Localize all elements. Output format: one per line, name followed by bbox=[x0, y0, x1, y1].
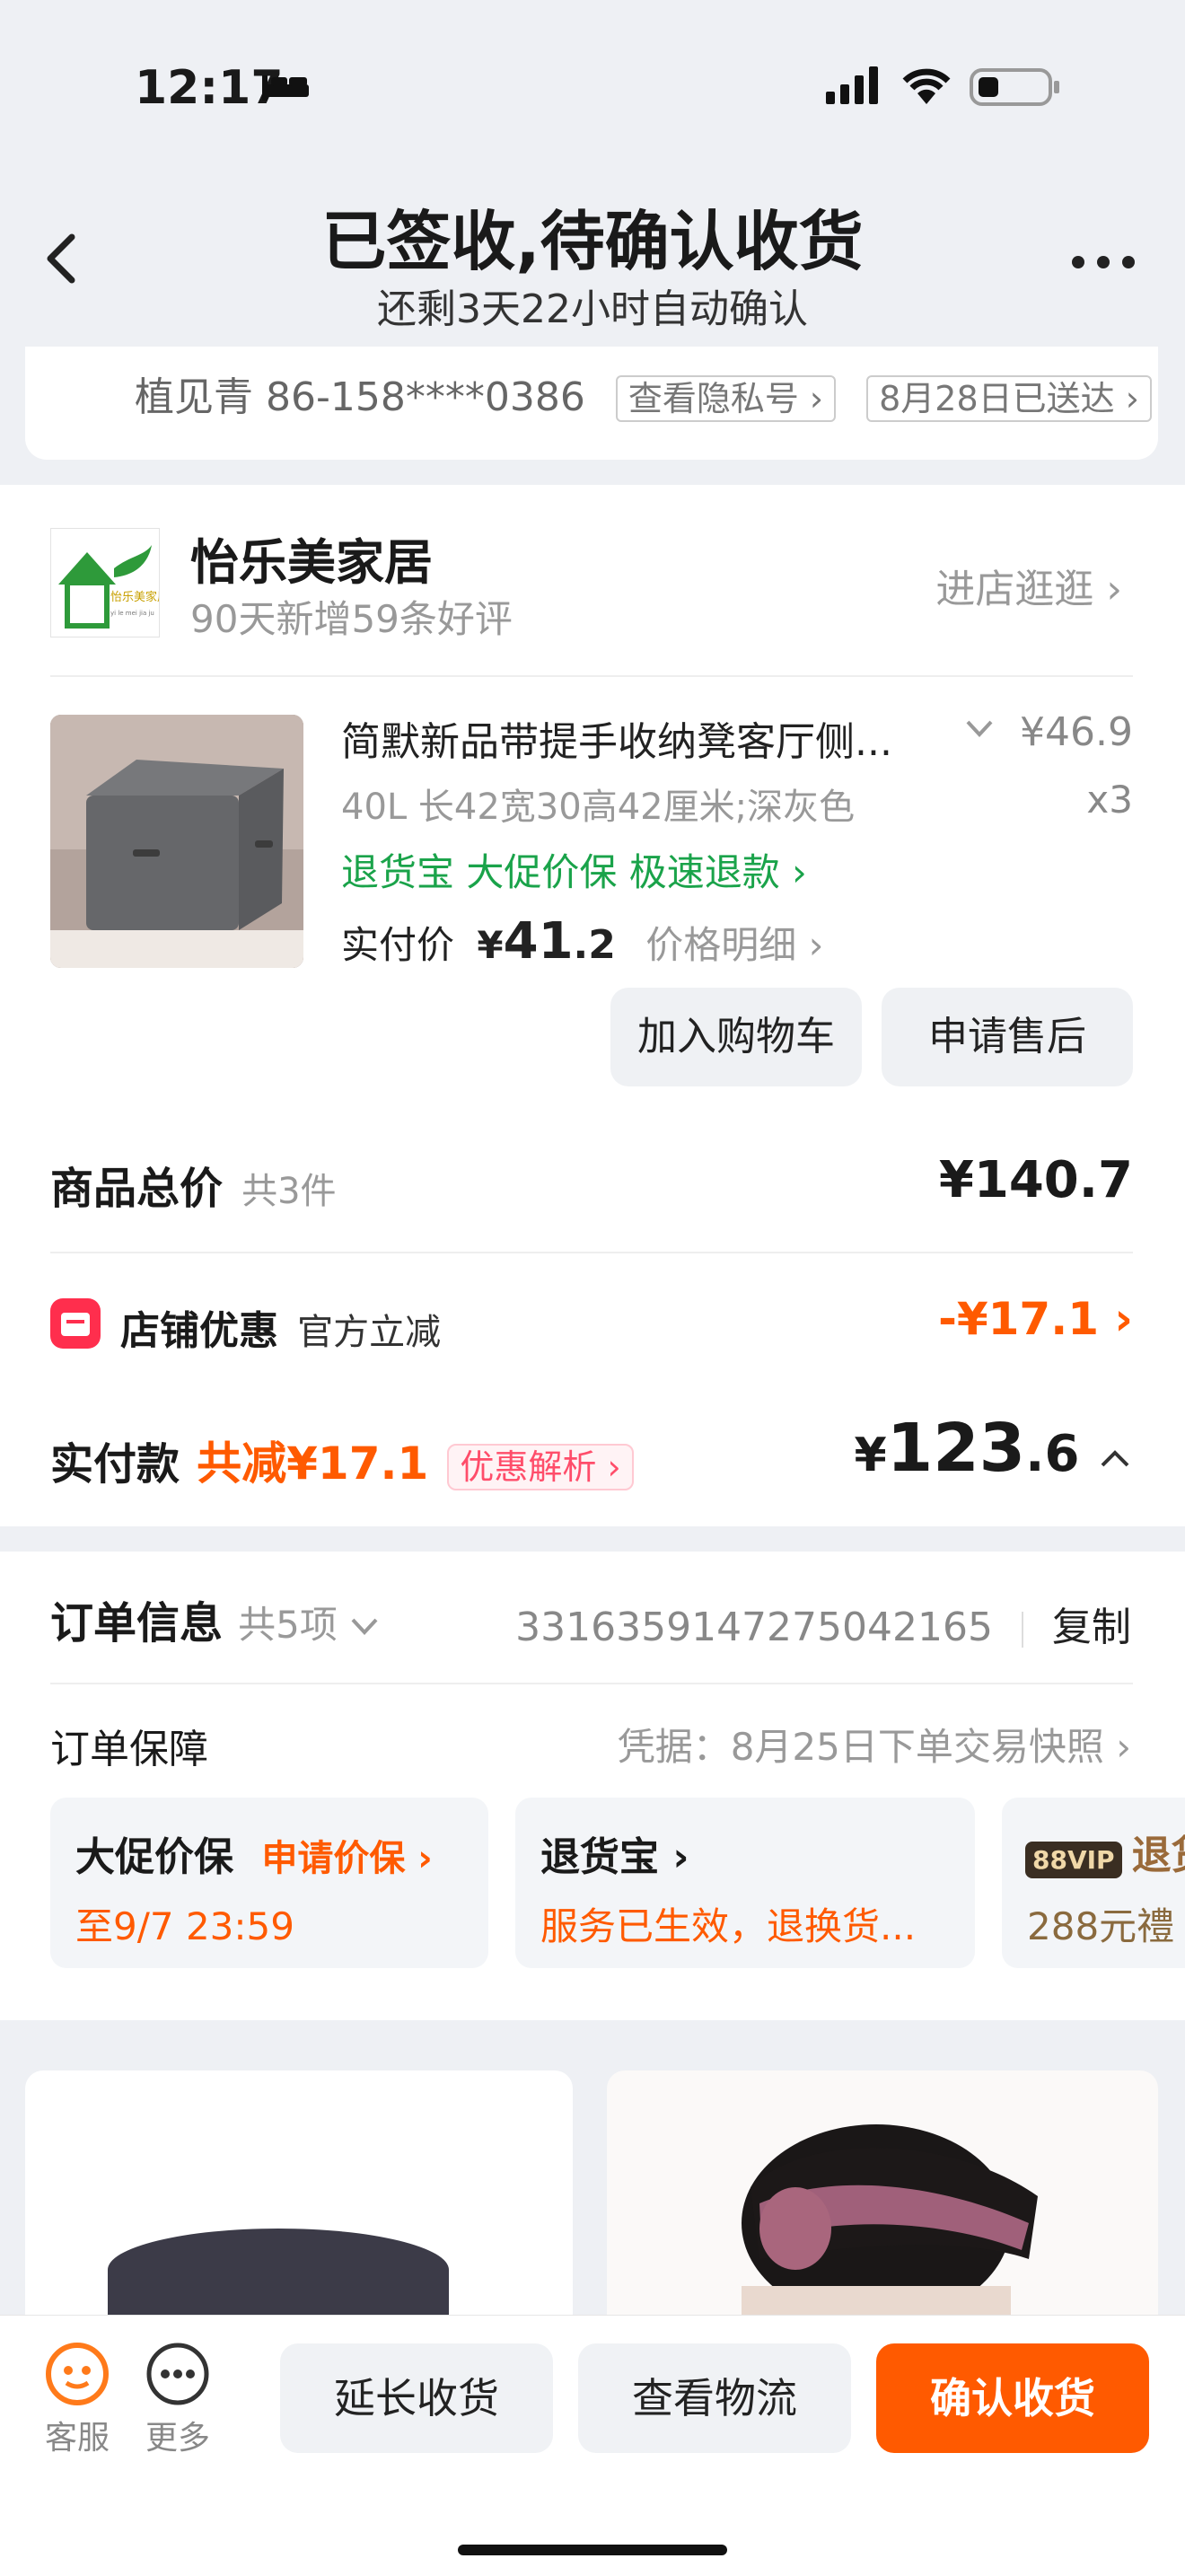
more-icon[interactable] bbox=[144, 2340, 212, 2408]
divider bbox=[50, 1252, 1133, 1253]
guarantee-label: 订单保障 bbox=[50, 1727, 208, 1772]
chevron-down-icon[interactable] bbox=[964, 718, 995, 743]
goods-total-value: ¥140.7 bbox=[938, 1151, 1133, 1209]
goods-total-label: 商品总价 bbox=[50, 1164, 224, 1214]
order-number-row: 3316359147275042165 复制 bbox=[515, 1595, 1131, 1652]
customer-service-icon[interactable] bbox=[43, 2340, 111, 2408]
extend-receipt-button[interactable]: 延长收货 bbox=[280, 2343, 553, 2453]
product-title[interactable]: 简默新品带提手收纳凳客厅侧... bbox=[341, 709, 892, 767]
signal-icon bbox=[826, 66, 878, 104]
vip-card-sub: 288元禮 bbox=[1027, 1904, 1175, 1948]
recommend-item-2[interactable] bbox=[607, 2070, 1158, 2331]
price-detail-link[interactable]: 价格明细 › bbox=[645, 923, 823, 967]
address-row: 植见青 86-158****0386 查看隐私号 › 8月28日已送达 › bbox=[135, 365, 1152, 422]
recommend-item-1[interactable] bbox=[25, 2070, 573, 2331]
price-protect-title: 大促价保 bbox=[75, 1834, 233, 1880]
chevron-down-icon bbox=[351, 1618, 378, 1635]
paid-saving: 共减¥17.1 bbox=[197, 1437, 429, 1490]
copy-button[interactable]: 复制 bbox=[1052, 1605, 1131, 1650]
visit-shop-link[interactable]: 进店逛逛 › bbox=[935, 557, 1122, 614]
paid-price-label: 实付价 bbox=[341, 923, 455, 967]
order-info-header[interactable]: 订单信息 共5项 bbox=[50, 1587, 380, 1650]
recommend-image-2 bbox=[742, 2124, 1038, 2331]
guarantee-card-price-protect[interactable]: 大促价保 申请价保 › 至9/7 23:59 bbox=[50, 1798, 488, 1968]
vip-badge: 88VIP bbox=[1025, 1842, 1122, 1878]
paid-label: 实付款 bbox=[50, 1439, 180, 1490]
product-paid-row: 实付价 ¥41.2 价格明细 › bbox=[341, 912, 823, 971]
add-to-cart-button[interactable]: 加入购物车 bbox=[610, 988, 862, 1086]
paid-row: 实付款 共减¥17.1 优惠解析 › bbox=[50, 1428, 634, 1492]
svg-text:yi le mei jia ju: yi le mei jia ju bbox=[110, 610, 154, 617]
separator bbox=[1022, 1612, 1023, 1648]
customer-service-label[interactable]: 客服 bbox=[45, 2412, 110, 2458]
guarantee-snapshot-link[interactable]: 凭据：8月25日下单交易快照 › bbox=[618, 1717, 1131, 1772]
paid-total-currency: ¥ bbox=[854, 1429, 887, 1482]
home-indicator bbox=[458, 2545, 727, 2555]
divider bbox=[50, 1683, 1133, 1684]
shop-promo-value[interactable]: -¥17.1 › bbox=[938, 1293, 1133, 1345]
return-treasure-title: 退货宝 › bbox=[540, 1834, 689, 1880]
goods-total-row: 商品总价 共3件 bbox=[50, 1153, 337, 1216]
price-protect-deadline: 至9/7 23:59 bbox=[75, 1904, 294, 1948]
page-subtitle: 还剩3天22小时自动确认 bbox=[377, 286, 808, 332]
return-treasure-status: 服务已生效，退换货... bbox=[540, 1904, 917, 1948]
view-privacy-number-button[interactable]: 查看隐私号 › bbox=[615, 375, 837, 422]
shop-promo-row[interactable]: 店铺优惠 官方立减 bbox=[120, 1298, 441, 1356]
guarantee-card-88vip[interactable]: 88VIP 退货 288元禮 bbox=[1002, 1798, 1185, 1968]
more-label[interactable]: 更多 bbox=[145, 2412, 210, 2458]
product-service-tags[interactable]: 退货宝 大促价保 极速退款 › bbox=[341, 842, 807, 897]
goods-count: 共3件 bbox=[241, 1171, 337, 1212]
after-sale-button[interactable]: 申请售后 bbox=[882, 988, 1133, 1086]
delivery-status-button[interactable]: 8月28日已送达 › bbox=[866, 375, 1152, 422]
shop-promo-icon bbox=[50, 1298, 101, 1349]
product-price: ¥46.9 bbox=[1020, 709, 1133, 755]
paid-total-int: 123 bbox=[886, 1410, 1026, 1487]
order-number: 3316359147275042165 bbox=[515, 1605, 993, 1650]
paid-price-int: 41 bbox=[503, 912, 574, 971]
paid-price-currency: ¥ bbox=[477, 923, 504, 967]
sleep-icon bbox=[260, 72, 311, 102]
shop-logo[interactable]: 怡乐美家居 yi le mei jia ju bbox=[50, 528, 169, 637]
order-info-label: 订单信息 bbox=[50, 1598, 224, 1648]
product-spec: 40L 长42宽30高42厘米;深灰色 bbox=[341, 787, 856, 828]
paid-price-dec: .2 bbox=[573, 922, 616, 968]
vip-card-title: 退货 bbox=[1131, 1833, 1185, 1878]
confirm-receipt-button[interactable]: 确认收货 bbox=[876, 2343, 1149, 2453]
product-image[interactable] bbox=[50, 715, 303, 968]
shop-promo-desc: 官方立减 bbox=[297, 1312, 442, 1353]
paid-total[interactable]: ¥123.6 bbox=[855, 1410, 1133, 1487]
shop-promo-label: 店铺优惠 bbox=[120, 1308, 278, 1354]
chevron-up-icon bbox=[1101, 1450, 1129, 1467]
paid-total-dec: .6 bbox=[1025, 1425, 1080, 1483]
shop-review-summary: 90天新增59条好评 bbox=[190, 597, 513, 641]
receiver-info: 植见青 86-158****0386 bbox=[135, 374, 585, 420]
shop-name[interactable]: 怡乐美家居 bbox=[190, 523, 433, 593]
apply-price-protect-link[interactable]: 申请价保 › bbox=[261, 1838, 432, 1879]
battery-icon bbox=[970, 68, 1059, 106]
order-info-count: 共5项 bbox=[238, 1603, 338, 1647]
recommend-image-1 bbox=[108, 2229, 449, 2331]
status-icons bbox=[826, 65, 1086, 113]
product-quantity: x3 bbox=[1086, 778, 1133, 822]
divider bbox=[50, 675, 1133, 677]
more-options-icon[interactable] bbox=[1059, 255, 1135, 272]
guarantee-card-return-treasure[interactable]: 退货宝 › 服务已生效，退换货... bbox=[515, 1798, 975, 1968]
promo-analysis-tag[interactable]: 优惠解析 › bbox=[447, 1444, 634, 1490]
page-title: 已签收,待确认收货 bbox=[321, 204, 864, 279]
wifi-icon bbox=[902, 68, 951, 104]
svg-text:怡乐美家居: 怡乐美家居 bbox=[110, 590, 159, 604]
view-logistics-button[interactable]: 查看物流 bbox=[578, 2343, 851, 2453]
